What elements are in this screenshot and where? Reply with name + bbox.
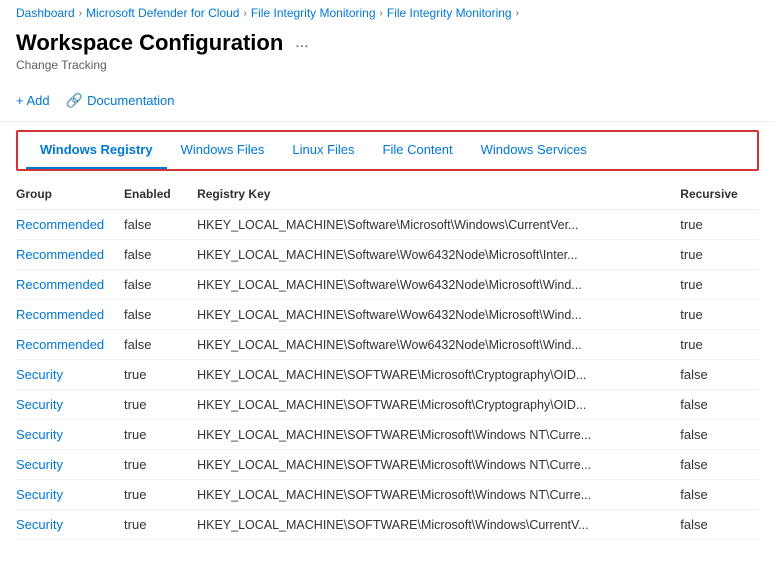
tab-linux-files[interactable]: Linux Files [278,132,368,169]
cell-group: Recommended [16,270,124,300]
tab-windows-registry[interactable]: Windows Registry [26,132,167,169]
cell-group: Security [16,420,124,450]
breadcrumb-chevron-3: › [380,8,383,19]
cell-enabled: false [124,240,197,270]
cell-enabled: true [124,510,197,540]
breadcrumb-chevron-2: › [243,8,246,19]
cell-registry-key: HKEY_LOCAL_MACHINE\Software\Wow6432Node\… [197,300,680,330]
cell-recursive: true [680,270,759,300]
breadcrumb-dashboard[interactable]: Dashboard [16,6,75,20]
cell-group: Recommended [16,300,124,330]
cell-enabled: true [124,480,197,510]
tab-windows-files[interactable]: Windows Files [167,132,279,169]
col-header-registry-key: Registry Key [197,179,680,210]
cell-group: Recommended [16,330,124,360]
cell-enabled: false [124,210,197,240]
cell-recursive: true [680,210,759,240]
cell-registry-key: HKEY_LOCAL_MACHINE\SOFTWARE\Microsoft\Wi… [197,510,680,540]
cell-group: Security [16,360,124,390]
cell-enabled: true [124,420,197,450]
col-header-recursive: Recursive [680,179,759,210]
table-row: SecuritytrueHKEY_LOCAL_MACHINE\SOFTWARE\… [16,450,759,480]
cell-group: Security [16,390,124,420]
page-title: Workspace Configuration [16,30,283,56]
cell-group: Recommended [16,240,124,270]
table-row: SecuritytrueHKEY_LOCAL_MACHINE\SOFTWARE\… [16,420,759,450]
table-row: RecommendedfalseHKEY_LOCAL_MACHINE\Softw… [16,210,759,240]
cell-recursive: false [680,450,759,480]
tabs: Windows Registry Windows Files Linux Fil… [18,132,757,169]
cell-registry-key: HKEY_LOCAL_MACHINE\Software\Microsoft\Wi… [197,210,680,240]
table-row: SecuritytrueHKEY_LOCAL_MACHINE\SOFTWARE\… [16,360,759,390]
breadcrumb-chevron-4: › [516,8,519,19]
cell-group: Security [16,480,124,510]
cell-enabled: true [124,360,197,390]
cell-enabled: false [124,330,197,360]
tab-windows-services[interactable]: Windows Services [467,132,601,169]
registry-table: Group Enabled Registry Key Recursive Rec… [16,179,759,540]
cell-registry-key: HKEY_LOCAL_MACHINE\Software\Wow6432Node\… [197,270,680,300]
page-header: Workspace Configuration ... Change Track… [0,26,775,80]
cell-recursive: false [680,420,759,450]
table-row: SecuritytrueHKEY_LOCAL_MACHINE\SOFTWARE\… [16,390,759,420]
cell-registry-key: HKEY_LOCAL_MACHINE\SOFTWARE\Microsoft\Cr… [197,360,680,390]
add-button[interactable]: + Add [16,89,50,112]
col-header-group: Group [16,179,124,210]
table-row: RecommendedfalseHKEY_LOCAL_MACHINE\Softw… [16,270,759,300]
cell-enabled: true [124,450,197,480]
cell-enabled: false [124,270,197,300]
cell-registry-key: HKEY_LOCAL_MACHINE\SOFTWARE\Microsoft\Wi… [197,450,680,480]
cell-registry-key: HKEY_LOCAL_MACHINE\SOFTWARE\Microsoft\Cr… [197,390,680,420]
documentation-button[interactable]: 🔗 Documentation [66,88,175,113]
cell-enabled: false [124,300,197,330]
cell-registry-key: HKEY_LOCAL_MACHINE\SOFTWARE\Microsoft\Wi… [197,420,680,450]
tabs-container: Windows Registry Windows Files Linux Fil… [16,130,759,171]
cell-recursive: true [680,300,759,330]
ellipsis-button[interactable]: ... [291,32,312,54]
table-row: SecuritytrueHKEY_LOCAL_MACHINE\SOFTWARE\… [16,510,759,540]
cell-group: Security [16,510,124,540]
link-icon: 🔗 [66,92,83,109]
cell-group: Recommended [16,210,124,240]
cell-recursive: false [680,510,759,540]
cell-enabled: true [124,390,197,420]
col-header-enabled: Enabled [124,179,197,210]
tab-file-content[interactable]: File Content [369,132,467,169]
breadcrumb-chevron-1: › [79,8,82,19]
table-container: Group Enabled Registry Key Recursive Rec… [0,179,775,540]
toolbar: + Add 🔗 Documentation [0,80,775,122]
cell-group: Security [16,450,124,480]
cell-recursive: false [680,390,759,420]
table-header-row: Group Enabled Registry Key Recursive [16,179,759,210]
breadcrumb-fim-2[interactable]: File Integrity Monitoring [387,6,512,20]
breadcrumb-fim-1[interactable]: File Integrity Monitoring [251,6,376,20]
cell-recursive: true [680,330,759,360]
table-row: RecommendedfalseHKEY_LOCAL_MACHINE\Softw… [16,300,759,330]
cell-recursive: false [680,480,759,510]
cell-registry-key: HKEY_LOCAL_MACHINE\Software\Wow6432Node\… [197,330,680,360]
page-subtitle: Change Tracking [16,56,759,72]
breadcrumb-defender[interactable]: Microsoft Defender for Cloud [86,6,239,20]
table-row: RecommendedfalseHKEY_LOCAL_MACHINE\Softw… [16,330,759,360]
cell-recursive: true [680,240,759,270]
cell-recursive: false [680,360,759,390]
table-row: SecuritytrueHKEY_LOCAL_MACHINE\SOFTWARE\… [16,480,759,510]
table-row: RecommendedfalseHKEY_LOCAL_MACHINE\Softw… [16,240,759,270]
cell-registry-key: HKEY_LOCAL_MACHINE\Software\Wow6432Node\… [197,240,680,270]
docs-label: Documentation [87,93,174,108]
breadcrumb: Dashboard › Microsoft Defender for Cloud… [0,0,775,26]
cell-registry-key: HKEY_LOCAL_MACHINE\SOFTWARE\Microsoft\Wi… [197,480,680,510]
